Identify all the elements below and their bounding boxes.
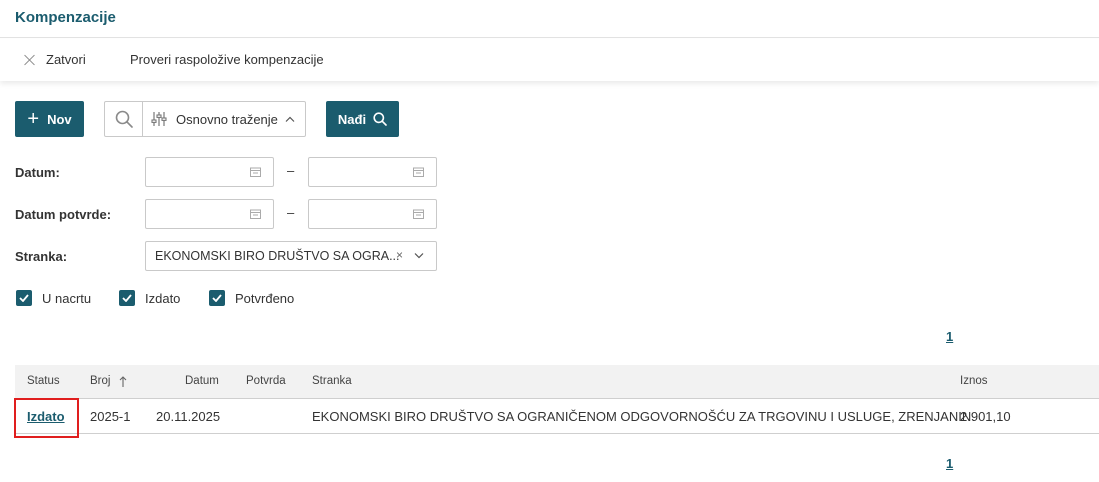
checkmark-icon [119, 290, 135, 306]
datum-potvrde-to-field[interactable] [308, 199, 437, 229]
column-header-datum[interactable]: Datum [185, 375, 219, 387]
checkmark-icon [16, 290, 32, 306]
search-icon-button[interactable] [105, 102, 143, 136]
pagination-page-link[interactable]: 1 [946, 456, 953, 471]
column-header-broj[interactable]: Broj [90, 375, 127, 387]
datum-label: Datum: [15, 165, 60, 180]
chevron-down-icon [414, 253, 424, 259]
row-status-link[interactable]: Izdato [27, 409, 65, 424]
check-available-label: Proveri raspoložive kompenzacije [130, 52, 324, 67]
close-icon [24, 54, 36, 66]
calendar-icon [413, 209, 424, 219]
datum-to-field[interactable] [308, 157, 437, 187]
datum-potvrde-label: Datum potvrde: [15, 207, 112, 222]
stranka-label: Stranka: [15, 249, 68, 264]
sliders-icon [151, 112, 167, 126]
page-title: Kompenzacije [15, 9, 116, 26]
search-mode-group: Osnovno traženje [104, 101, 306, 137]
datum-from-field[interactable] [145, 157, 274, 187]
close-button[interactable]: Zatvori [24, 52, 86, 67]
plus-icon: + [27, 108, 40, 130]
column-header-status[interactable]: Status [27, 375, 60, 387]
table-row[interactable]: Izdato 2025-1 20.11.2025 EKONOMSKI BIRO … [15, 400, 1099, 434]
row-stranka: EKONOMSKI BIRO DRUŠTVO SA OGRANIČENOM OD… [312, 409, 972, 424]
range-separator: – [287, 205, 295, 220]
checkbox-potvrdeno[interactable]: Potvrđeno [209, 290, 294, 306]
column-header-stranka[interactable]: Stranka [312, 375, 352, 387]
pagination-page-link[interactable]: 1 [946, 329, 953, 344]
new-button[interactable]: + Nov [15, 101, 84, 137]
checkbox-izdato[interactable]: Izdato [119, 290, 180, 306]
clear-icon[interactable]: × [396, 248, 403, 262]
column-header-iznos[interactable]: Iznos [960, 375, 988, 387]
stranka-selected-value: EKONOMSKI BIRO DRUŠTVO SA OGRA... [155, 249, 400, 263]
range-separator: – [287, 163, 295, 178]
row-iznos: 2.901,10 [960, 409, 1011, 424]
column-header-broj-label: Broj [90, 375, 111, 387]
table-header: Status Broj Datum Potvrda Stranka Iznos [15, 365, 1099, 399]
row-broj: 2025-1 [90, 409, 131, 424]
close-label: Zatvori [46, 52, 86, 67]
checkbox-u-nacrtu[interactable]: U nacrtu [16, 290, 91, 306]
datum-potvrde-from-field[interactable] [145, 199, 274, 229]
calendar-icon [250, 209, 261, 219]
arrow-up-icon [120, 375, 127, 387]
calendar-icon [250, 167, 261, 177]
checkbox-label: Izdato [145, 290, 181, 306]
check-available-compensations-button[interactable]: Proveri raspoložive kompenzacije [130, 52, 324, 67]
stranka-select[interactable]: EKONOMSKI BIRO DRUŠTVO SA OGRA... × [145, 241, 437, 271]
search-icon [373, 112, 387, 126]
chevron-up-icon [285, 116, 295, 122]
find-button[interactable]: Nađi [326, 101, 399, 137]
checkbox-label: Potvrđeno [235, 290, 295, 306]
checkbox-label: U nacrtu [42, 290, 92, 306]
calendar-icon [413, 167, 424, 177]
search-mode-label: Osnovno traženje [176, 111, 278, 127]
title-bar: Kompenzacije [0, 0, 1099, 38]
toolbar: Zatvori Proveri raspoložive kompenzacije [0, 39, 1099, 81]
find-label: Nađi [337, 111, 367, 127]
column-header-potvrda[interactable]: Potvrda [246, 375, 286, 387]
checkmark-icon [209, 290, 225, 306]
search-icon [115, 110, 133, 128]
row-datum: 20.11.2025 [156, 409, 221, 424]
new-label: Nov [47, 111, 72, 127]
search-mode-toggle[interactable]: Osnovno traženje [143, 102, 305, 136]
